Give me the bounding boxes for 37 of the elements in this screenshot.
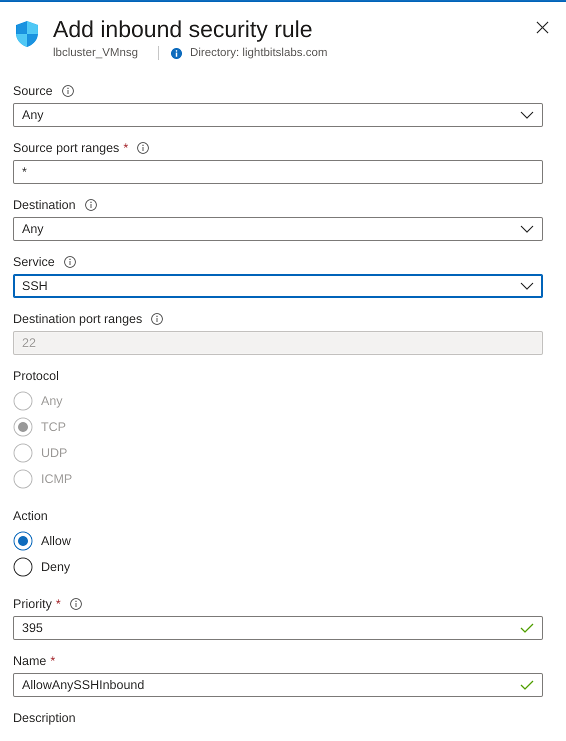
- field-label: Source: [13, 84, 53, 98]
- shield-icon: [15, 20, 39, 48]
- field-label: Priority: [13, 597, 52, 611]
- info-icon: [171, 48, 182, 58]
- option-label: Deny: [41, 560, 70, 574]
- dropdown[interactable]: Any: [13, 217, 543, 241]
- input-field[interactable]: 395: [13, 616, 543, 640]
- option-label: Allow: [41, 534, 71, 548]
- chevron-down-icon: [520, 225, 534, 233]
- field-label: Destination: [13, 198, 76, 212]
- option-label: UDP: [41, 446, 68, 460]
- field-label: Description: [13, 711, 76, 725]
- required-asterisk: *: [50, 654, 56, 668]
- field-label: Source port ranges: [13, 141, 120, 155]
- close-icon: [536, 21, 549, 34]
- field-label: Destination port ranges: [13, 312, 142, 326]
- required-asterisk: *: [123, 141, 128, 155]
- resource-name: lbcluster_VMnsg: [53, 47, 138, 59]
- required-asterisk: *: [56, 597, 61, 611]
- field-label: Name: [13, 654, 46, 668]
- option-label: ICMP: [41, 472, 72, 486]
- chevron-down-icon: [520, 111, 534, 119]
- radio-button[interactable]: [13, 531, 33, 551]
- radio-button[interactable]: [13, 557, 33, 577]
- option-label: Any: [41, 394, 63, 408]
- field-label: Service: [13, 255, 55, 269]
- input-field[interactable]: *: [13, 160, 543, 184]
- chevron-down-icon: [520, 282, 534, 290]
- dropdown[interactable]: SSH: [13, 274, 543, 298]
- dropdown[interactable]: Any: [13, 103, 543, 127]
- directory-text: Directory: lightbitslabs.com: [190, 47, 328, 59]
- input-field[interactable]: AllowAnySSHInbound: [13, 673, 543, 697]
- field-label: Action: [13, 509, 48, 523]
- close-button[interactable]: [534, 19, 551, 36]
- field-label: Protocol: [13, 369, 59, 383]
- option-label: TCP: [41, 420, 66, 434]
- panel-title: Add inbound security rule: [53, 15, 314, 43]
